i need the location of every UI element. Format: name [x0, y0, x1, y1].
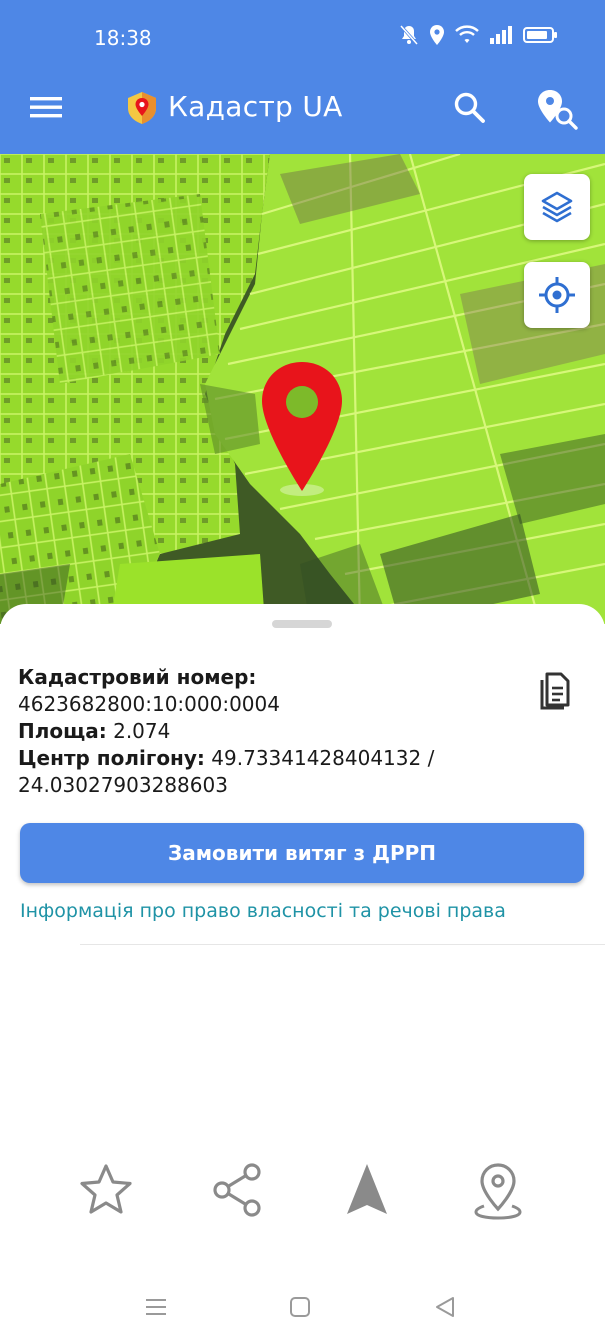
menu-icon[interactable]	[28, 92, 64, 122]
my-location-button[interactable]	[524, 262, 590, 328]
polygon-center-lon: 24.03027903288603	[18, 773, 228, 797]
star-icon[interactable]	[76, 1160, 136, 1220]
coordinate-separator: /	[427, 746, 435, 770]
order-extract-button[interactable]: Замовити витяг з ДРРП	[20, 823, 584, 883]
polygon-center-lat: 49.73341428404132	[211, 746, 422, 770]
map-marker-icon[interactable]	[258, 360, 346, 496]
status-bar: 18:38	[0, 0, 605, 60]
polygon-center-label: Центр полігону:	[18, 746, 205, 770]
share-icon[interactable]	[208, 1160, 268, 1220]
layers-button[interactable]	[524, 174, 590, 240]
document-icon[interactable]	[536, 672, 572, 712]
layers-icon	[541, 191, 573, 223]
cadastral-number-label: Кадастровий номер:	[18, 665, 257, 689]
place-icon[interactable]	[468, 1160, 528, 1220]
area-label: Площа:	[18, 719, 107, 743]
sheet-drag-handle[interactable]	[272, 620, 332, 628]
signal-icon	[490, 26, 512, 44]
search-icon[interactable]	[452, 90, 488, 126]
app-bar: Кадастр UA	[0, 60, 605, 154]
map-view[interactable]	[0, 154, 605, 624]
battery-icon	[523, 27, 557, 43]
back-icon[interactable]	[430, 1292, 460, 1322]
home-icon[interactable]	[285, 1292, 315, 1322]
parcel-bottom-sheet: Кадастровий номер: 4623682800:10:000:000…	[0, 604, 605, 1164]
recent-apps-icon[interactable]	[141, 1292, 171, 1322]
pin-search-icon[interactable]	[534, 86, 580, 132]
location-status-icon	[430, 25, 444, 45]
cadastral-number-value: 4623682800:10:000:0004	[18, 692, 280, 716]
parcel-info: Кадастровий номер: 4623682800:10:000:000…	[18, 664, 434, 799]
area-value: 2.074	[113, 719, 171, 743]
mute-icon	[399, 25, 419, 45]
app-logo-icon	[128, 92, 156, 124]
status-time: 18:38	[94, 26, 152, 50]
ownership-info-link[interactable]: Інформація про право власності та речові…	[20, 900, 506, 922]
navigation-arrow-icon[interactable]	[337, 1160, 397, 1220]
status-icons	[399, 24, 559, 46]
app-title: Кадастр UA	[168, 90, 343, 123]
divider	[80, 944, 605, 945]
my-location-icon	[539, 277, 575, 313]
wifi-icon	[455, 25, 479, 43]
